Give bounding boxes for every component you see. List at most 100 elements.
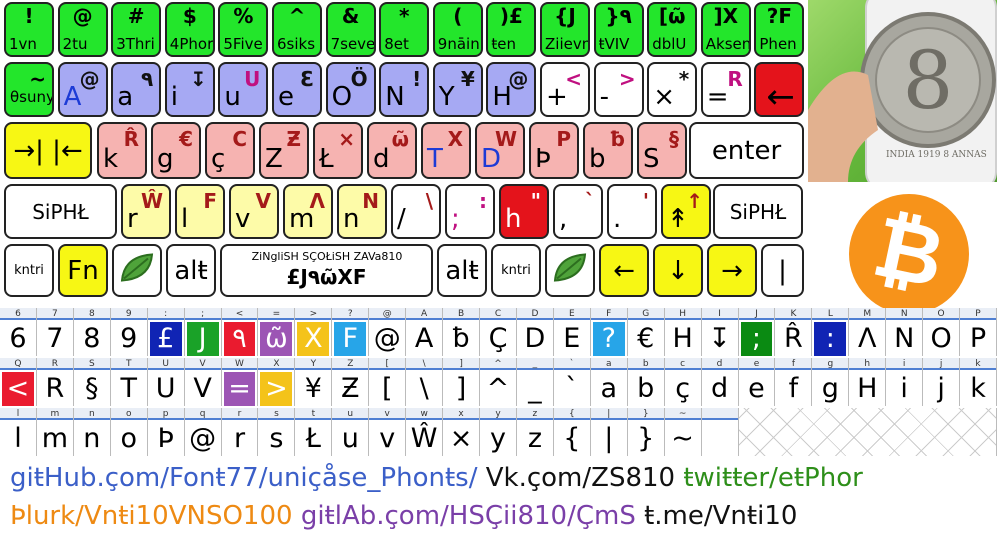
key-1[interactable]: ! 1vn: [4, 2, 54, 57]
key-row3-1[interactable]: →| |←: [4, 122, 92, 179]
key-char: kntri: [14, 262, 44, 278]
char-code: z: [516, 408, 553, 420]
key-6[interactable]: ^ 6siks: [272, 2, 322, 57]
key-7[interactable]: & 7seven: [325, 2, 376, 57]
key-label: 3Thri: [116, 35, 155, 53]
key-row5-3[interactable]: [112, 244, 162, 297]
key-row2-14[interactable]: R =: [700, 62, 751, 117]
key-row3-11[interactable]: ƀb: [583, 122, 633, 179]
key-14[interactable]: ]X Aksen: [700, 2, 751, 57]
char-code: ?: [332, 308, 369, 320]
key-row2-4[interactable]: ↧ i: [164, 62, 215, 117]
key-symbol: %: [233, 4, 254, 28]
key-13[interactable]: [ῶ dblU: [647, 2, 698, 57]
key-row2-6[interactable]: Ɛe: [272, 62, 322, 117]
key-row2-12[interactable]: > -: [593, 62, 644, 117]
link-text[interactable]: giŧlAb.çom/HSÇii810/ÇmS: [301, 501, 644, 531]
key-row3-9[interactable]: WD: [475, 122, 525, 179]
key-row3-8[interactable]: XT: [421, 122, 471, 179]
char-cell: kk: [960, 358, 997, 406]
key-row2-10[interactable]: @ H: [486, 62, 537, 117]
char-cell: F?: [590, 308, 628, 356]
key-row5-10[interactable]: ↓: [653, 244, 703, 297]
key-row4-7[interactable]: \ /: [391, 184, 441, 239]
char-glyph: 8: [83, 323, 101, 354]
link-text[interactable]: giŧHub.çom/Fonŧ77/uniçåse_Phonŧs/: [10, 463, 477, 493]
key-row3-10[interactable]: PÞ: [529, 122, 579, 179]
key-row3-5[interactable]: ƵZ: [259, 122, 309, 179]
key-shift-char: Ƶ: [286, 127, 301, 151]
char-code: A: [406, 308, 443, 320]
key-row4-6[interactable]: Nn: [337, 184, 387, 239]
link-text[interactable]: ŧwiŧŧer/eŧPhor: [683, 463, 862, 493]
key-row4-1[interactable]: SiPHŁ: [4, 184, 117, 239]
key-char: Þ: [535, 144, 551, 174]
key-3[interactable]: #3Thri: [111, 2, 162, 57]
key-row4-8[interactable]: :;: [445, 184, 495, 239]
char-cell: ee: [738, 358, 776, 406]
key-12[interactable]: }٩ ŧVIV: [593, 2, 644, 57]
key-row2-9[interactable]: ¥ Y: [432, 62, 483, 117]
key-row3-6[interactable]: × Ł: [313, 122, 363, 179]
char-code: P: [960, 308, 996, 320]
key-row5-5[interactable]: ZiNgliSH SÇOŁiSH ZAVa810 £J٩ῶXF: [220, 244, 433, 297]
spacebar-glyphs: £J٩ῶXF: [286, 265, 367, 290]
key-8[interactable]: * 8et: [379, 2, 430, 57]
key-row5-2[interactable]: Fn: [58, 244, 108, 297]
key-row3-3[interactable]: € g: [151, 122, 201, 179]
key-row2-8[interactable]: ! N: [379, 62, 430, 117]
char-code: k: [960, 358, 996, 370]
key-row4-13[interactable]: SiPHŁ: [713, 184, 803, 239]
key-row4-4[interactable]: Vv: [229, 184, 279, 239]
key-row2-15[interactable]: ←: [754, 62, 805, 117]
key-row2-11[interactable]: < +: [540, 62, 590, 117]
key-char: i: [170, 82, 179, 112]
key-row3-7[interactable]: ῶd: [367, 122, 417, 179]
key-row5-6[interactable]: alŧ: [437, 244, 487, 297]
key-row5-12[interactable]: |: [761, 244, 804, 297]
key-row4-12[interactable]: ↑ ↟: [661, 184, 711, 239]
key-row2-13[interactable]: * ×: [647, 62, 698, 117]
key-row4-9[interactable]: " h: [499, 184, 549, 239]
char-code: l: [0, 408, 36, 420]
key-shift-char: ¥: [460, 67, 475, 91]
key-row2-7[interactable]: ÖO: [325, 62, 376, 117]
key-row3-2[interactable]: R̂ k: [97, 122, 147, 179]
key-row5-1[interactable]: kntri: [4, 244, 54, 297]
char-cell: dd: [701, 358, 739, 406]
key-shift-char: ': [642, 189, 649, 213]
key-row4-5[interactable]: Λm: [283, 184, 333, 239]
key-char: ↓: [667, 255, 689, 286]
key-row5-11[interactable]: →: [707, 244, 757, 297]
key-5[interactable]: % 5Five: [218, 2, 269, 57]
key-row4-11[interactable]: '.: [607, 184, 657, 239]
key-row5-9[interactable]: ←: [599, 244, 649, 297]
char-cell: 99: [110, 308, 148, 356]
key-row4-2[interactable]: Ŵr: [121, 184, 171, 239]
key-row5-8[interactable]: [545, 244, 595, 297]
link-text[interactable]: Þlurk/Vnŧi10VNSO100: [10, 501, 301, 531]
key-2[interactable]: @2tu: [57, 2, 108, 57]
key-row2-3[interactable]: ٩a: [111, 62, 162, 117]
key-row3-12[interactable]: § S: [637, 122, 687, 179]
link-text[interactable]: ŧ.me/Vnŧi10: [644, 501, 797, 531]
key-row4-10[interactable]: `,: [553, 184, 603, 239]
key-9[interactable]: (9nāin: [432, 2, 483, 57]
key-row2-1[interactable]: ~ θsuny: [4, 62, 54, 117]
key-row2-2[interactable]: @ A: [57, 62, 108, 117]
key-10[interactable]: )£ ŧen: [486, 2, 537, 57]
key-row3-4[interactable]: Cç: [205, 122, 255, 179]
key-row2-5[interactable]: Uu: [218, 62, 269, 117]
char-cell: wŴ: [406, 408, 444, 456]
key-row5-7[interactable]: kntri: [491, 244, 541, 297]
key-shift-char: ῶ: [391, 127, 409, 151]
key-row4-3[interactable]: Fl: [175, 184, 225, 239]
link-text[interactable]: Vk.çom/ZS810: [477, 463, 683, 493]
key-4[interactable]: $4Phor: [164, 2, 215, 57]
char-cell: | |: [590, 408, 628, 456]
char-cell: HH: [664, 308, 702, 356]
key-row3-13[interactable]: enter: [689, 122, 804, 179]
key-15[interactable]: ?F Phen: [754, 2, 805, 57]
key-row5-4[interactable]: alŧ: [166, 244, 216, 297]
key-11[interactable]: {J Ziievn: [540, 2, 590, 57]
